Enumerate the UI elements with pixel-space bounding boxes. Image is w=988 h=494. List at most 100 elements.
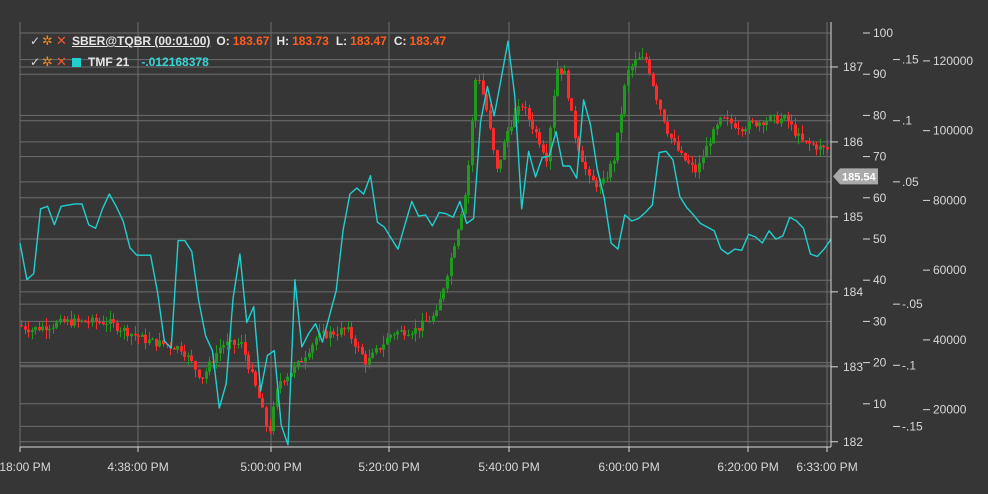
candle-body bbox=[379, 348, 382, 350]
candle-body bbox=[702, 157, 705, 164]
candle-body bbox=[119, 330, 122, 332]
candle-body bbox=[34, 327, 37, 331]
candle-body bbox=[269, 425, 272, 432]
candle-body bbox=[254, 371, 257, 386]
candle-body bbox=[719, 117, 722, 125]
candle-body bbox=[308, 352, 311, 358]
indicator-legend: ✓ ✲ ✕ TMF 21 -.012168378 bbox=[30, 54, 209, 70]
candle-body bbox=[261, 398, 264, 408]
candle-body bbox=[489, 110, 492, 129]
candle-body bbox=[126, 327, 129, 337]
close-value: 183.47 bbox=[409, 34, 447, 48]
candle-body bbox=[812, 143, 815, 145]
percent-tick-label: 80 bbox=[873, 108, 887, 122]
tmf-color-swatch[interactable] bbox=[72, 57, 81, 67]
candle-body bbox=[467, 165, 470, 196]
candle-body bbox=[638, 57, 641, 60]
current-price-label: 185.54 bbox=[842, 171, 877, 183]
candle-body bbox=[613, 160, 616, 164]
candle-body bbox=[471, 120, 474, 166]
candle-body bbox=[421, 320, 424, 331]
candle-body bbox=[567, 70, 570, 99]
candle-body bbox=[98, 321, 101, 323]
candle-body bbox=[769, 116, 772, 121]
high-value: 183.73 bbox=[292, 34, 329, 48]
time-tick-label: 4:18:00 PM bbox=[0, 460, 51, 474]
candle-body bbox=[457, 229, 460, 247]
tmf-tick-label: .1 bbox=[902, 114, 912, 128]
candle-body bbox=[627, 70, 630, 86]
candle-body bbox=[655, 85, 658, 100]
candle-body bbox=[414, 327, 417, 334]
candle-body bbox=[63, 318, 66, 323]
percent-tick-label: 100 bbox=[873, 26, 893, 40]
close-icon[interactable]: ✕ bbox=[56, 33, 72, 49]
candle-body bbox=[95, 317, 98, 322]
volume-tick-label: 100000 bbox=[933, 124, 973, 138]
close-icon[interactable]: ✕ bbox=[56, 54, 72, 70]
candle-body bbox=[105, 323, 108, 325]
candle-body bbox=[215, 353, 218, 363]
candle-body bbox=[794, 124, 797, 136]
candle-body bbox=[790, 121, 793, 125]
candle-body bbox=[716, 124, 719, 130]
candle-body bbox=[801, 133, 804, 141]
indicator-title: TMF 21 bbox=[88, 55, 130, 69]
volume-tick-label: 80000 bbox=[933, 193, 967, 207]
candle-body bbox=[219, 347, 222, 354]
candle-body bbox=[450, 257, 453, 277]
candle-body bbox=[563, 70, 566, 75]
candle-body bbox=[606, 177, 609, 179]
candle-body bbox=[361, 347, 364, 355]
tmf-tick-label: .05 bbox=[902, 175, 919, 189]
candle-body bbox=[652, 73, 655, 86]
check-icon[interactable]: ✓ bbox=[30, 34, 42, 48]
candle-body bbox=[283, 381, 286, 383]
candle-body bbox=[815, 144, 818, 150]
candle-body bbox=[581, 150, 584, 163]
candle-body bbox=[556, 68, 559, 96]
current-price-marker: 185.54 bbox=[833, 168, 878, 185]
security-title[interactable]: SBER@TQBR (00:01:00) bbox=[72, 34, 210, 48]
candle-body bbox=[364, 354, 367, 365]
tmf-tick-label: -.15 bbox=[902, 419, 923, 433]
candle-body bbox=[773, 115, 776, 117]
candle-body bbox=[694, 164, 697, 173]
candle-body bbox=[687, 160, 690, 163]
percent-tick-label: 20 bbox=[873, 356, 887, 370]
candle-body bbox=[748, 121, 751, 130]
candle-body bbox=[680, 150, 683, 153]
chart[interactable]: 20000 40000 60000 80000 100000 120000 4:18:00… bbox=[0, 0, 988, 489]
candle-body bbox=[375, 348, 378, 353]
candle-body bbox=[755, 121, 758, 127]
chart-svg[interactable]: 20000 40000 60000 80000 100000 120000 4:18:00… bbox=[0, 0, 988, 489]
open-value: 183.67 bbox=[232, 34, 270, 48]
gear-icon[interactable]: ✲ bbox=[42, 54, 56, 70]
candle-body bbox=[535, 128, 538, 133]
candle-body bbox=[425, 320, 428, 322]
check-icon[interactable]: ✓ bbox=[30, 55, 42, 69]
candle-body bbox=[553, 95, 556, 128]
candle-body bbox=[648, 59, 651, 74]
candle-body bbox=[137, 335, 140, 337]
candle-body bbox=[531, 119, 534, 129]
candle-body bbox=[819, 145, 822, 150]
candle-body bbox=[176, 346, 179, 350]
candle-body bbox=[251, 369, 254, 372]
candle-body bbox=[116, 322, 119, 331]
candle-body bbox=[446, 276, 449, 289]
gear-icon[interactable]: ✲ bbox=[42, 33, 56, 49]
candle-body bbox=[474, 79, 477, 121]
candle-body bbox=[666, 122, 669, 134]
candle-body bbox=[357, 346, 360, 348]
candle-body bbox=[293, 366, 296, 374]
candle-body bbox=[521, 106, 524, 108]
candle-body bbox=[48, 328, 51, 331]
percent-tick-label: 90 bbox=[873, 67, 887, 81]
candle-body bbox=[744, 129, 747, 132]
percent-tick-label: 30 bbox=[873, 314, 887, 328]
price-tick-label: 187 bbox=[843, 60, 863, 74]
candle-body bbox=[776, 115, 779, 124]
candle-body bbox=[279, 381, 282, 389]
candle-body bbox=[66, 319, 69, 323]
